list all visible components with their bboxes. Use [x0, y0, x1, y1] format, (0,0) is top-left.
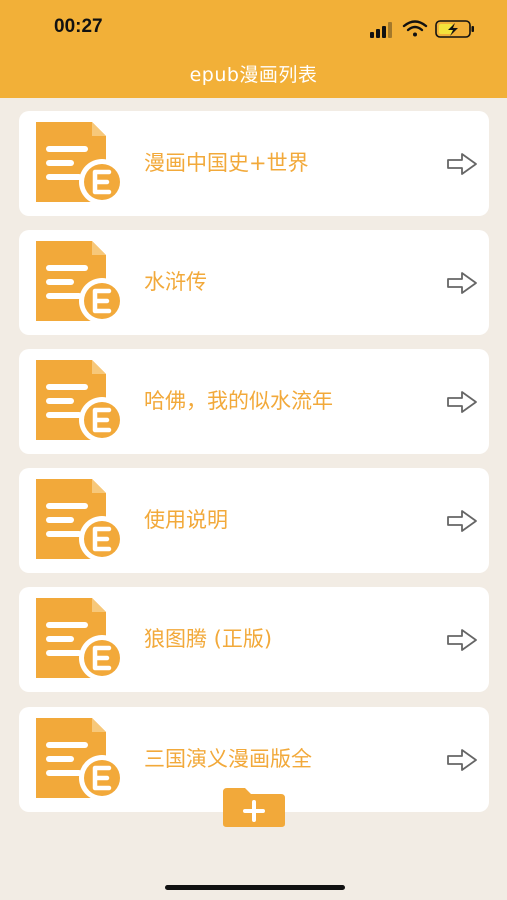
signal-icon — [370, 22, 392, 38]
epub-file-icon — [36, 360, 125, 443]
list-item-label: 狼图腾 (正版) — [144, 627, 273, 651]
epub-file-icon — [36, 479, 125, 562]
add-folder-button[interactable] — [221, 786, 287, 828]
list-item-label: 哈佛，我的似水流年 — [144, 389, 333, 413]
app-header: 00:27 epub漫画列表 — [0, 0, 507, 98]
list-item[interactable]: 狼图腾 (正版) — [19, 587, 489, 692]
arrow-right-icon[interactable] — [446, 152, 478, 176]
epub-file-icon — [36, 598, 125, 681]
arrow-right-icon[interactable] — [446, 748, 478, 772]
list-item-label: 水浒传 — [144, 270, 207, 294]
arrow-right-icon[interactable] — [446, 509, 478, 533]
home-indicator[interactable] — [165, 885, 345, 890]
add-folder-icon — [223, 788, 285, 827]
arrow-right-icon[interactable] — [446, 271, 478, 295]
list-item[interactable]: 水浒传 — [19, 230, 489, 335]
list-item[interactable]: 哈佛，我的似水流年 — [19, 349, 489, 454]
page-title: epub漫画列表 — [189, 64, 318, 86]
wifi-icon — [402, 20, 428, 37]
list-item-label: 使用说明 — [144, 508, 228, 532]
epub-file-icon — [36, 122, 125, 205]
epub-file-icon — [36, 718, 125, 801]
epub-file-icon — [36, 241, 125, 324]
battery-charging-icon — [435, 20, 474, 38]
list-item-label: 漫画中国史+世界 — [144, 151, 309, 175]
arrow-right-icon[interactable] — [446, 390, 478, 414]
list-item[interactable]: 使用说明 — [19, 468, 489, 573]
list-item[interactable]: 漫画中国史+世界 — [19, 111, 489, 216]
status-icons — [370, 20, 474, 38]
arrow-right-icon[interactable] — [446, 628, 478, 652]
status-time: 00:27 — [54, 16, 103, 37]
